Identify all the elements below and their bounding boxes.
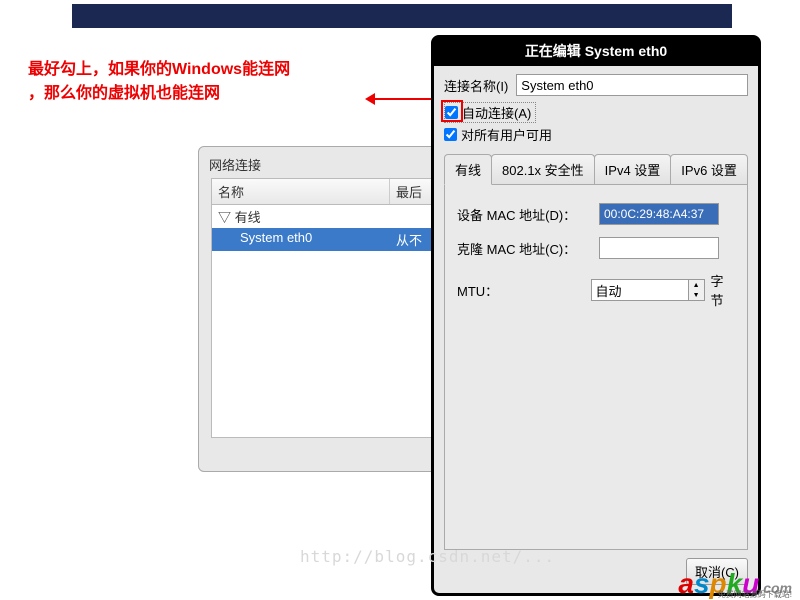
dialog-title: 正在编辑 System eth0 bbox=[434, 38, 758, 66]
device-mac-input[interactable] bbox=[599, 203, 719, 225]
mtu-spinner[interactable]: ▲ ▼ bbox=[591, 279, 705, 301]
mtu-unit: 字节 bbox=[711, 271, 735, 309]
tab-wired[interactable]: 有线 bbox=[444, 154, 492, 185]
auto-connect-checkbox[interactable]: 自动连接(A) bbox=[444, 102, 536, 123]
all-users-label: 对所有用户可用 bbox=[461, 125, 552, 144]
col-name: 名称 bbox=[212, 179, 390, 204]
mtu-down-button[interactable]: ▼ bbox=[689, 290, 704, 300]
device-mac-label: 设备 MAC 地址(D)： bbox=[457, 205, 599, 224]
annotation-line2: ，那么你的虚拟机也能连网 bbox=[28, 85, 220, 102]
logo-subtitle: 免费网站源码下载站! bbox=[718, 589, 792, 600]
annotation-arrow-head bbox=[365, 93, 375, 105]
top-bar bbox=[72, 4, 732, 28]
mtu-up-button[interactable]: ▲ bbox=[689, 280, 704, 290]
auto-connect-input[interactable] bbox=[445, 106, 458, 119]
conn-name-input[interactable] bbox=[516, 74, 748, 96]
auto-connect-label: 自动连接(A) bbox=[462, 103, 531, 122]
all-users-checkbox[interactable]: 对所有用户可用 bbox=[444, 125, 748, 144]
all-users-input[interactable] bbox=[444, 128, 457, 141]
clone-mac-label: 克隆 MAC 地址(C)： bbox=[457, 239, 599, 258]
mtu-label: MTU： bbox=[457, 281, 591, 300]
clone-mac-input[interactable] bbox=[599, 237, 719, 259]
conn-name-label: 连接名称(I) bbox=[444, 76, 508, 95]
tab-ipv6[interactable]: IPv6 设置 bbox=[670, 154, 748, 184]
tab-ipv4[interactable]: IPv4 设置 bbox=[594, 154, 672, 184]
row-name: System eth0 bbox=[212, 228, 390, 251]
annotation-arrow bbox=[372, 98, 432, 100]
tab-8021x[interactable]: 802.1x 安全性 bbox=[491, 154, 595, 184]
tab-content-wired: 设备 MAC 地址(D)： 克隆 MAC 地址(C)： MTU： ▲ ▼ 字节 bbox=[444, 184, 748, 550]
edit-connection-dialog: 正在编辑 System eth0 连接名称(I) 自动连接(A) 对所有用户可用… bbox=[431, 35, 761, 596]
tabs: 有线 802.1x 安全性 IPv4 设置 IPv6 设置 bbox=[444, 154, 748, 184]
mtu-input[interactable] bbox=[592, 280, 688, 300]
annotation-line1: 最好勾上，如果你的Windows能连网 bbox=[28, 61, 290, 78]
